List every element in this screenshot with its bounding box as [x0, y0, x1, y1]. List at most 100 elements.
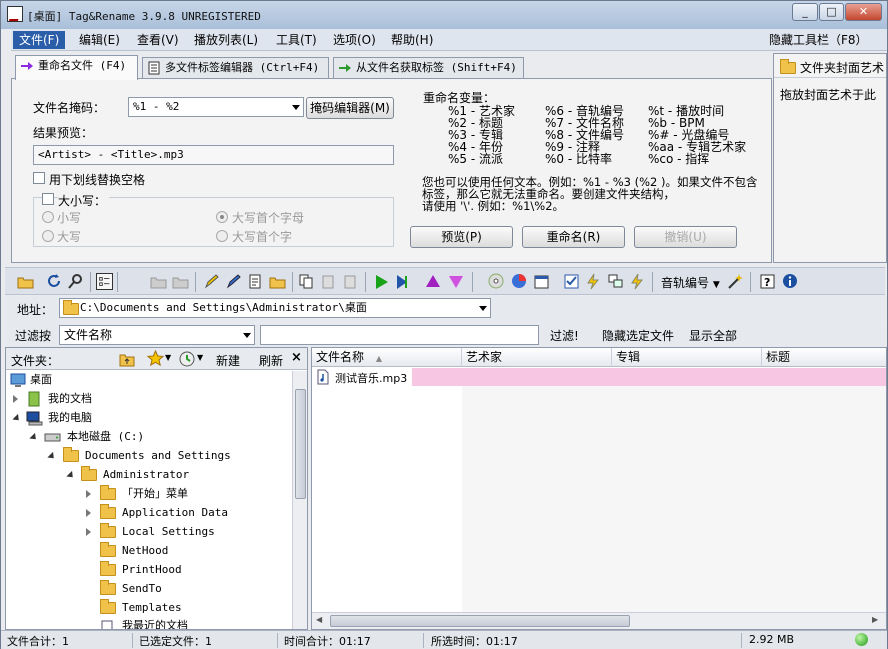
underscore-checkbox[interactable]	[33, 172, 45, 184]
tree-scrollbar[interactable]	[292, 371, 307, 629]
windows-icon[interactable]	[607, 273, 624, 290]
tree-node-start-menu[interactable]: 「开始」菜单	[6, 485, 290, 503]
menu-tools[interactable]: 工具(T)	[270, 31, 323, 49]
lightning-icon[interactable]	[585, 273, 602, 290]
tree-node-application-data[interactable]: Application Data	[6, 504, 290, 522]
menu-edit[interactable]: 编辑(E)	[73, 31, 126, 49]
first-word-radio[interactable]	[216, 230, 228, 242]
address-combobox[interactable]: C:\Documents and Settings\Administrator\…	[59, 298, 491, 318]
close-button[interactable]: ✕	[845, 3, 882, 21]
search-icon[interactable]	[67, 273, 84, 290]
track-number-dropdown[interactable]: 音轨编号 ▼	[661, 274, 720, 291]
play-icon[interactable]	[373, 273, 390, 290]
undo-button[interactable]: 撤销(U)	[634, 226, 737, 248]
pencil-icon[interactable]	[203, 273, 220, 290]
list-horizontal-scrollbar[interactable]: ◀ ▶	[312, 612, 886, 629]
tree-node-recent[interactable]: 我最近的文档	[6, 617, 290, 629]
tree-node-documents-settings[interactable]: Documents and Settings	[6, 447, 290, 465]
cover-tab[interactable]: 文件夹封面艺术	[774, 54, 886, 78]
calendar-icon[interactable]	[533, 273, 550, 290]
tree-node-nethood[interactable]: NetHood	[6, 542, 290, 560]
tab-tag-from-filename[interactable]: 从文件名获取标签 (Shift+F4)	[333, 57, 524, 79]
paste-grey-icon[interactable]	[320, 273, 337, 290]
hide-selected-button[interactable]: 隐藏选定文件	[602, 327, 674, 344]
scroll-left-icon[interactable]: ◀	[316, 615, 322, 624]
case-checkbox[interactable]	[42, 193, 54, 205]
play-next-icon[interactable]	[395, 273, 412, 290]
apply-filter-button[interactable]: 过滤!	[550, 327, 579, 344]
menu-playlist[interactable]: 播放列表(L)	[188, 31, 264, 49]
view-toggle-icon[interactable]	[96, 273, 113, 290]
close-icon[interactable]: ×	[291, 350, 302, 365]
history-icon[interactable]	[179, 351, 195, 367]
expand-icon[interactable]	[86, 509, 91, 517]
tree-node-templates[interactable]: Templates	[6, 599, 290, 617]
tree-node-my-documents[interactable]: 我的文档	[6, 390, 290, 408]
tree-node-local-disk[interactable]: 本地磁盘 (C:)	[6, 428, 290, 446]
folder-grey-icon[interactable]	[172, 273, 189, 290]
move-down-icon[interactable]	[448, 273, 465, 290]
menu-file[interactable]: 文件(F)	[13, 31, 66, 49]
chevron-down-icon[interactable]: ▼	[197, 353, 203, 362]
refresh-icon[interactable]	[46, 273, 63, 290]
collapse-icon[interactable]	[29, 432, 39, 443]
menu-view[interactable]: 查看(V)	[131, 31, 185, 49]
scroll-thumb[interactable]	[295, 389, 306, 499]
column-filename[interactable]: 文件名称 ▲	[312, 348, 462, 367]
folder-icon[interactable]	[269, 273, 286, 290]
expand-icon[interactable]	[86, 490, 91, 498]
maximize-button[interactable]: □	[819, 3, 844, 21]
title-bar[interactable]: [桌面] Tag&Rename 3.9.8 UNREGISTERED _ □ ✕	[1, 1, 887, 29]
pencil-blue-icon[interactable]	[225, 273, 242, 290]
table-row[interactable]: 测试音乐.mp3	[312, 368, 886, 386]
expand-icon[interactable]	[86, 528, 91, 536]
minimize-button[interactable]: _	[792, 3, 818, 21]
column-title[interactable]: 标题	[762, 348, 886, 367]
hide-toolbar-button[interactable]: 隐藏工具栏（F8）	[763, 31, 874, 49]
preview-button[interactable]: 预览(P)	[410, 226, 513, 248]
show-all-button[interactable]: 显示全部	[689, 327, 737, 344]
tab-rename-files[interactable]: 重命名文件 (F4)	[15, 55, 138, 80]
tree-node-printhood[interactable]: PrintHood	[6, 561, 290, 579]
tree-node-administrator[interactable]: Administrator	[6, 466, 290, 484]
checklist-icon[interactable]	[563, 273, 580, 290]
favorites-star-icon[interactable]	[147, 350, 164, 367]
mask-editor-button[interactable]: 掩码编辑器(M)	[306, 97, 394, 119]
scroll-right-icon[interactable]: ▶	[872, 615, 878, 624]
collapse-icon[interactable]	[66, 470, 76, 481]
copy-icon[interactable]	[298, 273, 315, 290]
lower-radio[interactable]	[42, 211, 54, 223]
open-folder-icon[interactable]	[17, 273, 34, 290]
scroll-thumb[interactable]	[330, 615, 630, 627]
tab-multi-editor[interactable]: 多文件标签编辑器 (Ctrl+F4)	[142, 57, 329, 79]
lightning-tag-icon[interactable]	[629, 273, 646, 290]
edit-document-icon[interactable]	[247, 273, 264, 290]
menu-help[interactable]: 帮助(H)	[385, 31, 439, 49]
menu-options[interactable]: 选项(O)	[327, 31, 382, 49]
refresh-tree-button[interactable]: 刷新	[259, 352, 283, 369]
chevron-down-icon[interactable]: ▼	[165, 353, 171, 362]
info-icon[interactable]	[782, 273, 799, 290]
move-up-icon[interactable]	[425, 273, 442, 290]
collapse-icon[interactable]	[47, 451, 57, 462]
tree-node-local-settings[interactable]: Local Settings	[6, 523, 290, 541]
filter-field-combobox[interactable]: 文件名称	[59, 325, 255, 345]
magic-wand-icon[interactable]	[727, 273, 744, 290]
cd-icon[interactable]	[488, 273, 505, 290]
filter-input[interactable]	[260, 325, 539, 345]
column-album[interactable]: 专辑	[612, 348, 762, 367]
upper-radio[interactable]	[42, 230, 54, 242]
new-folder-button[interactable]: 新建	[216, 352, 240, 369]
rename-button[interactable]: 重命名(R)	[522, 226, 625, 248]
first-letter-radio[interactable]	[216, 211, 228, 223]
paste-grey-icon[interactable]	[342, 273, 359, 290]
tree-node-desktop[interactable]: 桌面	[6, 371, 290, 389]
tree-node-sendto[interactable]: SendTo	[6, 580, 290, 598]
tree-node-my-computer[interactable]: 我的电脑	[6, 409, 290, 427]
folder-grey-icon[interactable]	[150, 273, 167, 290]
column-artist[interactable]: 艺术家	[462, 348, 612, 367]
expand-icon[interactable]	[13, 395, 18, 403]
app-icon[interactable]	[7, 6, 23, 22]
pie-icon[interactable]	[511, 273, 528, 290]
help-icon[interactable]: ?	[759, 273, 776, 290]
